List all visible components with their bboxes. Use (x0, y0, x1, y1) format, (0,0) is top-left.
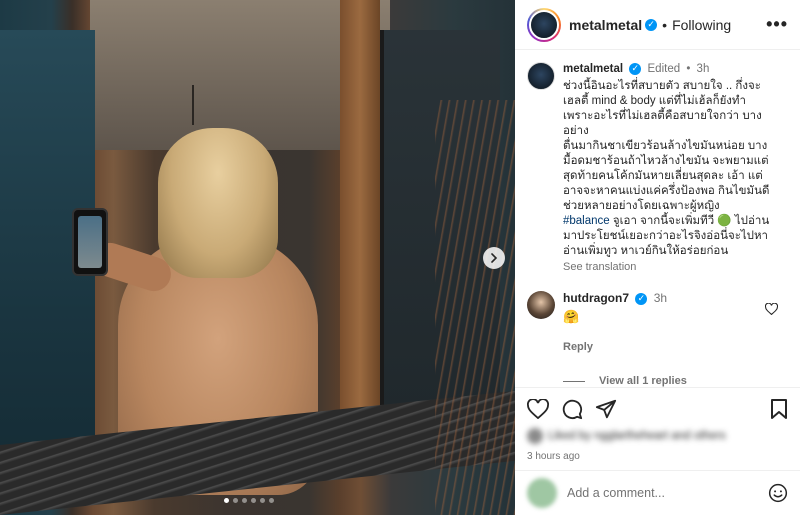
media-phone (72, 208, 108, 276)
liked-by-summary[interactable]: Liked by ngglartheheart and others (527, 428, 788, 444)
comment-like-heart-icon[interactable] (765, 303, 778, 315)
caption-line: ตื่นมากินชาเขียวร้อนล้างไขมันหน่อย บาง (563, 140, 768, 152)
caption-line: ช่วงนี้อินอะไรที่สบายตัว สบายใจ .. กึ่งจ… (563, 80, 761, 92)
more-options-button[interactable]: ••• (766, 14, 788, 35)
comment-bubble-icon[interactable] (561, 398, 583, 420)
caption-author-avatar[interactable] (527, 62, 555, 90)
carousel-dot (242, 498, 247, 503)
caption-line: อ่านเพิ่มทูว หาเวย์กินให้อร่อยก่อน (563, 245, 729, 257)
caption-edited-label: Edited (647, 63, 681, 75)
following-button[interactable]: Following (672, 17, 731, 33)
comment-composer (515, 470, 800, 515)
verified-badge-icon: ✓ (629, 62, 642, 75)
media-door-frame (340, 0, 380, 470)
caption-hashtag[interactable]: #balance (563, 215, 610, 227)
emoji-picker-icon[interactable] (768, 483, 788, 503)
post-header: metalmetal ✓ • Following ••• (515, 0, 800, 50)
comments-section[interactable]: metalmetal ✓ Edited • 3h ช่วงนี้อินอะไรท… (515, 50, 800, 387)
caption-text: ช่วงนี้อินอะไรที่สบายตัว สบายใจ .. กึ่งจ… (563, 79, 769, 259)
view-replies-button[interactable]: View all 1 replies (563, 375, 788, 387)
share-paper-plane-icon[interactable] (595, 398, 617, 420)
action-bar (527, 394, 788, 424)
current-user-avatar (527, 478, 557, 508)
carousel-indicator (224, 498, 274, 503)
caption-time[interactable]: 3h (697, 63, 710, 75)
caption-line: เฮลตี้ mind & body แต่ที่ไม่เฮ้ลก็ยังทำ (563, 95, 746, 107)
comment-item: hutdragon7 ✓ 3h 🤗 Reply (527, 291, 788, 353)
comment-body: hutdragon7 ✓ 3h 🤗 Reply (563, 291, 667, 353)
post-details-panel: metalmetal ✓ • Following ••• metalmetal … (515, 0, 800, 515)
view-replies-line (563, 380, 585, 382)
comment-time[interactable]: 3h (654, 291, 667, 305)
media-phone-screen (78, 216, 102, 268)
caption-line: ช่วยหลายอย่างโดยเฉพาะผู้หญิง (563, 200, 720, 212)
caption-line: มื้อดมชาร้อนถ้าไหวล้างไขมัน จะพยามแต่ (563, 155, 769, 167)
commenter-avatar[interactable] (527, 291, 555, 319)
media-person-hair (158, 128, 278, 278)
carousel-dot (251, 498, 256, 503)
save-bookmark-icon[interactable] (770, 398, 788, 420)
comment-input[interactable] (567, 486, 747, 500)
caption-line: มาประโยชน์เยอะกว่าอะไรจิงอ่อนี่จะไปหา (563, 230, 769, 242)
carousel-next-button[interactable] (483, 247, 505, 269)
view-replies-label: View all 1 replies (599, 375, 687, 387)
caption-line: อย่าง (563, 125, 589, 137)
media-pendant-lamp (192, 85, 200, 125)
caption-separator: • (686, 63, 691, 75)
comment-text: 🤗 (563, 309, 580, 324)
verified-badge-icon: ✓ (635, 292, 648, 305)
liked-by-text: Liked by ngglartheheart and others (548, 430, 726, 442)
caption-line: อาจจะหาคนแบ่งแค่ครึ่งป้องพอ กินไขมันดี (563, 185, 770, 197)
post-media[interactable] (0, 0, 515, 515)
caption-line: #balance จูเอา จากนี้จะเพิ่มทีวี 🟢 ไปอ่า… (563, 214, 769, 229)
see-translation-link[interactable]: See translation (563, 260, 769, 275)
reply-button[interactable]: Reply (563, 341, 667, 353)
author-username[interactable]: metalmetal (569, 17, 642, 33)
caption-line-tail: จูเอา จากนี้จะเพิ่มทีวี 🟢 ไปอ่าน (609, 215, 770, 227)
author-avatar-image (529, 9, 559, 40)
caption-line: เพราะอะไรที่ไม่เฮลตี้คือสบายใจกว่า บาง (563, 110, 762, 122)
verified-badge-icon: ✓ (645, 18, 658, 31)
liked-by-avatar (527, 428, 543, 444)
post-actions: Liked by ngglartheheart and others 3 hou… (515, 387, 800, 462)
caption-line: สุดท้ายคนโค้กมันหายเลี่ยนสุดละ เอ้า แต่ (563, 170, 763, 182)
caption-header: metalmetal ✓ Edited • 3h (563, 62, 769, 77)
media-hair-strands (435, 100, 515, 515)
author-avatar[interactable] (527, 7, 561, 42)
carousel-dot (224, 498, 229, 503)
commenter-username[interactable]: hutdragon7 (563, 291, 629, 305)
caption: metalmetal ✓ Edited • 3h ช่วงนี้อินอะไรท… (527, 62, 788, 275)
caption-body: metalmetal ✓ Edited • 3h ช่วงนี้อินอะไรท… (563, 62, 769, 275)
carousel-dot (233, 498, 238, 503)
carousel-dot (269, 498, 274, 503)
carousel-dot (260, 498, 265, 503)
caption-username[interactable]: metalmetal (563, 63, 623, 75)
like-heart-icon[interactable] (527, 399, 549, 419)
post-time-ago[interactable]: 3 hours ago (527, 451, 788, 462)
chevron-right-icon (491, 253, 498, 263)
header-separator: • (662, 16, 668, 33)
